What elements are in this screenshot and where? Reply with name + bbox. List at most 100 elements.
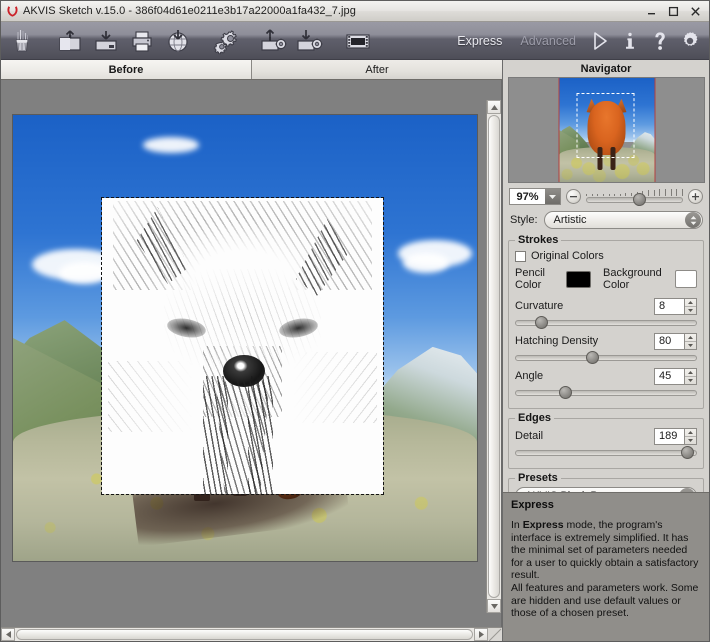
pencil-color-swatch[interactable] — [565, 270, 592, 288]
hatching-density-value[interactable]: 80 — [654, 332, 684, 350]
angle-value[interactable]: 45 — [654, 367, 684, 385]
navigator-viewport-box[interactable] — [576, 92, 635, 159]
detail-slider-track[interactable] — [515, 450, 697, 456]
detail-spinner[interactable]: 189 — [654, 427, 697, 445]
curvature-label: Curvature — [515, 300, 564, 312]
horizontal-scroll-thumb[interactable] — [16, 629, 473, 640]
image-tabs: Before After — [1, 60, 502, 80]
original-colors-checkbox[interactable] — [515, 250, 526, 262]
curvature-increment[interactable] — [685, 299, 696, 307]
scroll-left-button[interactable] — [1, 628, 15, 641]
updown-arrows-icon[interactable] — [685, 212, 701, 228]
angle-slider-thumb[interactable] — [558, 386, 572, 399]
hatching-density-decrement[interactable] — [685, 342, 696, 349]
angle-increment[interactable] — [685, 369, 696, 377]
curvature-spinner[interactable]: 8 — [654, 297, 697, 315]
save-image-icon[interactable] — [89, 24, 123, 58]
navigator-title: Navigator — [503, 60, 709, 76]
batch-film-icon[interactable] — [341, 24, 375, 58]
play-triangle-icon[interactable] — [585, 22, 615, 60]
info-icon[interactable] — [615, 22, 645, 60]
window-title: AKVIS Sketch v.15.0 - 386f04d61e0211e3b1… — [23, 5, 356, 17]
angle-label: Angle — [515, 370, 544, 382]
scroll-down-button[interactable] — [487, 599, 501, 613]
zoom-slider[interactable] — [586, 188, 683, 206]
akvis-sketch-window: AKVIS Sketch v.15.0 - 386f04d61e0211e3b1… — [0, 0, 710, 642]
horizontal-scroll-track[interactable] — [15, 628, 474, 641]
hatching-density-increment[interactable] — [685, 334, 696, 342]
detail-label: Detail — [515, 430, 544, 442]
open-image-icon[interactable] — [53, 24, 87, 58]
hints-line1-bold: Express — [522, 519, 564, 531]
background-color-label: Background Color — [603, 267, 662, 291]
scroll-up-button[interactable] — [487, 100, 501, 114]
sketch-wisp — [107, 360, 192, 432]
original-colors-row[interactable]: Original Colors — [515, 250, 697, 262]
work-area: Before After — [1, 60, 502, 641]
background-color-swatch[interactable] — [675, 270, 697, 288]
hatching-density-slider[interactable] — [515, 351, 697, 364]
detail-slider-thumb[interactable] — [680, 446, 694, 459]
hatching-density-spinner[interactable]: 80 — [654, 332, 697, 350]
question-mark-icon[interactable] — [645, 22, 675, 60]
maximize-button[interactable] — [667, 5, 680, 18]
hints-panel: Express In Express mode, the program's i… — [503, 492, 709, 641]
detail-slider[interactable] — [515, 446, 697, 459]
sketch-preview-selection[interactable] — [101, 197, 384, 495]
detail-increment[interactable] — [685, 429, 696, 437]
image-canvas-frame — [1, 80, 502, 627]
curvature-slider[interactable] — [515, 316, 697, 329]
navigator-preview[interactable] — [508, 77, 705, 183]
zoom-level-field[interactable]: 97% — [509, 188, 561, 205]
original-colors-label: Original Colors — [531, 250, 604, 262]
title-bar: AKVIS Sketch v.15.0 - 386f04d61e0211e3b1… — [1, 1, 709, 22]
zoom-slider-thumb[interactable] — [632, 193, 646, 206]
minimize-button[interactable] — [645, 5, 658, 18]
detail-value[interactable]: 189 — [654, 427, 684, 445]
canvas-vertical-scrollbar[interactable] — [486, 100, 501, 613]
style-label: Style: — [510, 214, 538, 226]
gears-icon[interactable] — [209, 24, 243, 58]
hatching-density-slider-thumb[interactable] — [585, 351, 599, 364]
save-settings-icon[interactable] — [293, 24, 327, 58]
canvas-horizontal-scrollbar[interactable] — [1, 627, 502, 641]
hints-line1-pre: In — [511, 519, 523, 531]
image-canvas[interactable] — [1, 80, 486, 627]
style-combobox[interactable]: Artistic — [543, 211, 703, 229]
curvature-value[interactable]: 8 — [654, 297, 684, 315]
gear-icon[interactable] — [675, 22, 705, 60]
download-web-icon[interactable] — [161, 24, 195, 58]
tab-before[interactable]: Before — [1, 60, 252, 79]
print-icon[interactable] — [125, 24, 159, 58]
detail-decrement[interactable] — [685, 437, 696, 444]
angle-decrement[interactable] — [685, 377, 696, 384]
pencil-color-label: Pencil Color — [515, 267, 545, 291]
curvature-decrement[interactable] — [685, 307, 696, 314]
angle-slider[interactable] — [515, 386, 697, 399]
akvis-horseshoe-logo-icon — [1, 1, 23, 22]
load-settings-icon[interactable] — [257, 24, 291, 58]
curvature-slider-thumb[interactable] — [535, 316, 549, 329]
hatching-density-slider-track[interactable] — [515, 355, 697, 361]
scroll-right-button[interactable] — [474, 628, 488, 641]
vertical-scroll-track[interactable] — [487, 114, 501, 599]
hints-line2: All features and parameters work. Some a… — [511, 581, 699, 620]
angle-slider-track[interactable] — [515, 390, 697, 396]
zoom-level-value: 97% — [516, 190, 539, 203]
zoom-in-button[interactable] — [688, 189, 703, 204]
tab-after[interactable]: After — [252, 60, 502, 79]
close-button[interactable] — [689, 5, 702, 18]
hints-body: In Express mode, the program's interface… — [511, 519, 702, 620]
chevron-down-icon[interactable] — [545, 189, 560, 204]
angle-spinner[interactable]: 45 — [654, 367, 697, 385]
param-angle: Angle 45 — [515, 367, 697, 399]
pencil-cup-icon[interactable] — [5, 24, 39, 58]
hints-title: Express — [511, 499, 554, 511]
strokes-legend: Strokes — [518, 234, 559, 246]
zoom-controls: 97% — [503, 183, 709, 209]
mode-advanced-button[interactable]: Advanced — [511, 22, 585, 60]
resize-grip[interactable] — [488, 628, 502, 641]
vertical-scroll-thumb[interactable] — [488, 115, 500, 598]
mode-express-button[interactable]: Express — [448, 22, 511, 60]
zoom-out-button[interactable] — [566, 189, 581, 204]
